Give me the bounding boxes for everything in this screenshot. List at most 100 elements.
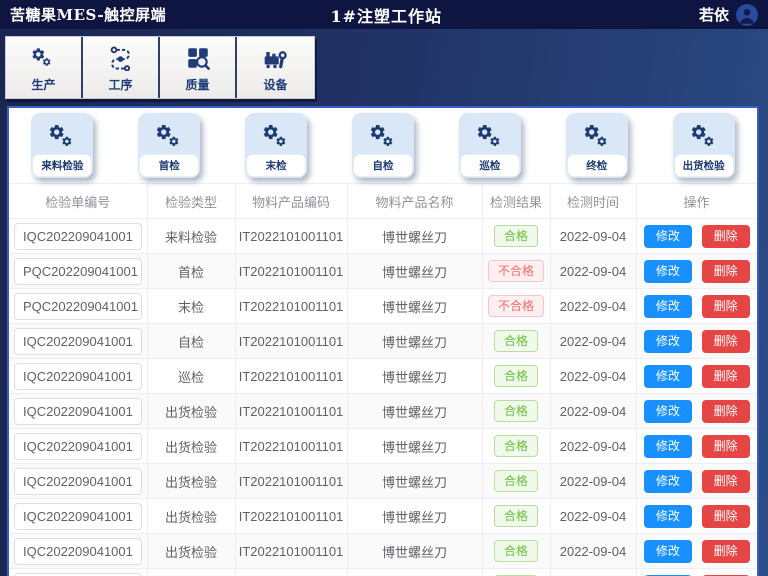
delete-button[interactable]: 删除 xyxy=(702,365,750,388)
inspection-tab-card[interactable]: 自检 xyxy=(352,113,414,178)
inspection-id-field[interactable]: IQC202209041001 xyxy=(14,328,142,355)
table-row: IQC202209041001 出货检验 IT2022101001101 博世螺… xyxy=(9,499,757,534)
user-name: 若依 xyxy=(699,4,729,25)
inspection-tab-cell: 巡检 xyxy=(436,113,543,178)
table-row: IQC202209041001 出货检验 IT2022101001101 博世螺… xyxy=(9,569,757,576)
cell-material-name: 博世螺丝刀 xyxy=(347,534,482,569)
quality-magnifier-icon xyxy=(185,43,211,73)
inspection-id-field[interactable]: IQC202209041001 xyxy=(14,433,142,460)
inspection-id-field[interactable]: PQC202209041001 xyxy=(14,293,142,320)
content-panel: 来料检验 首检 xyxy=(7,106,759,576)
delete-button[interactable]: 删除 xyxy=(702,260,750,283)
main-nav-toolbar: 生产 工序 xyxy=(5,36,315,99)
inspection-tab-card[interactable]: 巡检 xyxy=(459,113,521,178)
table-row: IQC202209041001 自检 IT2022101001101 博世螺丝刀… xyxy=(9,324,757,359)
inspection-tab-card[interactable]: 来料检验 xyxy=(31,113,93,178)
cell-result: 合格 xyxy=(482,429,550,464)
cell-material-name: 博世螺丝刀 xyxy=(347,359,482,394)
inspection-tab-card[interactable]: 终检 xyxy=(566,113,628,178)
inspection-id-field[interactable]: IQC202209041001 xyxy=(14,363,142,390)
inspection-id-field[interactable]: IQC202209041001 xyxy=(14,468,142,495)
nav-process-button[interactable]: 工序 xyxy=(83,37,160,98)
inspection-tab-label: 来料检验 xyxy=(32,154,92,177)
cell-material-code: IT2022101001101 xyxy=(235,394,347,429)
cell-material-code: IT2022101001101 xyxy=(235,324,347,359)
nav-label: 设备 xyxy=(263,76,287,93)
cell-result: 不合格 xyxy=(482,254,550,289)
inspection-id-field[interactable]: IQC202209041001 xyxy=(14,538,142,565)
result-badge: 合格 xyxy=(494,540,538,562)
cell-actions: 修改 删除 xyxy=(636,219,757,254)
inspection-tab-label: 巡检 xyxy=(460,154,520,177)
nav-label: 工序 xyxy=(108,76,132,93)
delete-button[interactable]: 删除 xyxy=(702,225,750,248)
cell-inspection-type: 来料检验 xyxy=(147,219,235,254)
cell-inspection-id: IQC202209041001 xyxy=(9,359,147,394)
nav-quality-button[interactable]: 质量 xyxy=(160,37,237,98)
delete-button[interactable]: 删除 xyxy=(702,295,750,318)
inspection-tab-cell: 来料检验 xyxy=(9,113,116,178)
edit-button[interactable]: 修改 xyxy=(644,400,692,423)
cell-actions: 修改 删除 xyxy=(636,324,757,359)
delete-button[interactable]: 删除 xyxy=(702,330,750,353)
cell-inspection-id: IQC202209041001 xyxy=(9,394,147,429)
table-header-cell: 物料产品编码 xyxy=(235,184,347,219)
cell-material-code: IT2022101001101 xyxy=(235,359,347,394)
cell-material-code: IT2022101001101 xyxy=(235,499,347,534)
result-badge: 不合格 xyxy=(488,295,544,317)
cell-inspection-type: 出货检验 xyxy=(147,569,235,576)
delete-button[interactable]: 删除 xyxy=(702,540,750,563)
cell-inspection-type: 出货检验 xyxy=(147,429,235,464)
inspection-tab-card[interactable]: 末检 xyxy=(245,113,307,178)
inspection-id-field[interactable]: IQC202209041001 xyxy=(14,503,142,530)
inspection-tabs: 来料检验 首检 xyxy=(9,108,757,183)
inspection-tab-label: 终检 xyxy=(567,154,627,177)
edit-button[interactable]: 修改 xyxy=(644,435,692,458)
result-badge: 合格 xyxy=(494,365,538,387)
gears-icon xyxy=(246,118,306,154)
gears-icon xyxy=(32,118,92,154)
inspection-tab-cell: 终检 xyxy=(543,113,650,178)
edit-button[interactable]: 修改 xyxy=(644,540,692,563)
cell-material-code: IT2022101001101 xyxy=(235,534,347,569)
result-badge: 合格 xyxy=(494,225,538,247)
nav-label: 质量 xyxy=(185,76,209,93)
delete-button[interactable]: 删除 xyxy=(702,470,750,493)
result-badge: 合格 xyxy=(494,330,538,352)
inspection-id-field[interactable]: IQC202209041001 xyxy=(14,223,142,250)
edit-button[interactable]: 修改 xyxy=(644,225,692,248)
cell-inspection-date: 2022-09-04 xyxy=(550,254,636,289)
cell-result: 合格 xyxy=(482,359,550,394)
user-avatar-icon[interactable] xyxy=(736,4,758,26)
edit-button[interactable]: 修改 xyxy=(644,505,692,528)
user-menu[interactable]: 若依 xyxy=(699,4,758,26)
delete-button[interactable]: 删除 xyxy=(702,505,750,528)
cell-inspection-date: 2022-09-04 xyxy=(550,429,636,464)
cell-material-name: 博世螺丝刀 xyxy=(347,324,482,359)
result-badge: 不合格 xyxy=(488,260,544,282)
cell-inspection-id: IQC202209041001 xyxy=(9,219,147,254)
edit-button[interactable]: 修改 xyxy=(644,470,692,493)
cell-result: 合格 xyxy=(482,569,550,576)
inspection-id-field[interactable]: IQC202209041001 xyxy=(14,398,142,425)
cell-inspection-date: 2022-09-04 xyxy=(550,219,636,254)
nav-production-button[interactable]: 生产 xyxy=(6,37,83,98)
inspection-tab-card[interactable]: 首检 xyxy=(138,113,200,178)
cell-actions: 修改 删除 xyxy=(636,534,757,569)
edit-button[interactable]: 修改 xyxy=(644,330,692,353)
inspection-id-field[interactable]: PQC202209041001 xyxy=(14,258,142,285)
cell-inspection-date: 2022-09-04 xyxy=(550,569,636,576)
edit-button[interactable]: 修改 xyxy=(644,295,692,318)
edit-button[interactable]: 修改 xyxy=(644,260,692,283)
cell-actions: 修改 删除 xyxy=(636,394,757,429)
cell-inspection-type: 自检 xyxy=(147,324,235,359)
nav-equipment-button[interactable]: 设备 xyxy=(237,37,314,98)
edit-button[interactable]: 修改 xyxy=(644,365,692,388)
inspection-id-field[interactable]: IQC202209041001 xyxy=(14,573,142,576)
cell-actions: 修改 删除 xyxy=(636,289,757,324)
inspection-tab-cell: 自检 xyxy=(330,113,437,178)
delete-button[interactable]: 删除 xyxy=(702,400,750,423)
inspection-tab-card[interactable]: 出货检验 xyxy=(673,113,735,178)
table-header-cell: 检验类型 xyxy=(147,184,235,219)
delete-button[interactable]: 删除 xyxy=(702,435,750,458)
